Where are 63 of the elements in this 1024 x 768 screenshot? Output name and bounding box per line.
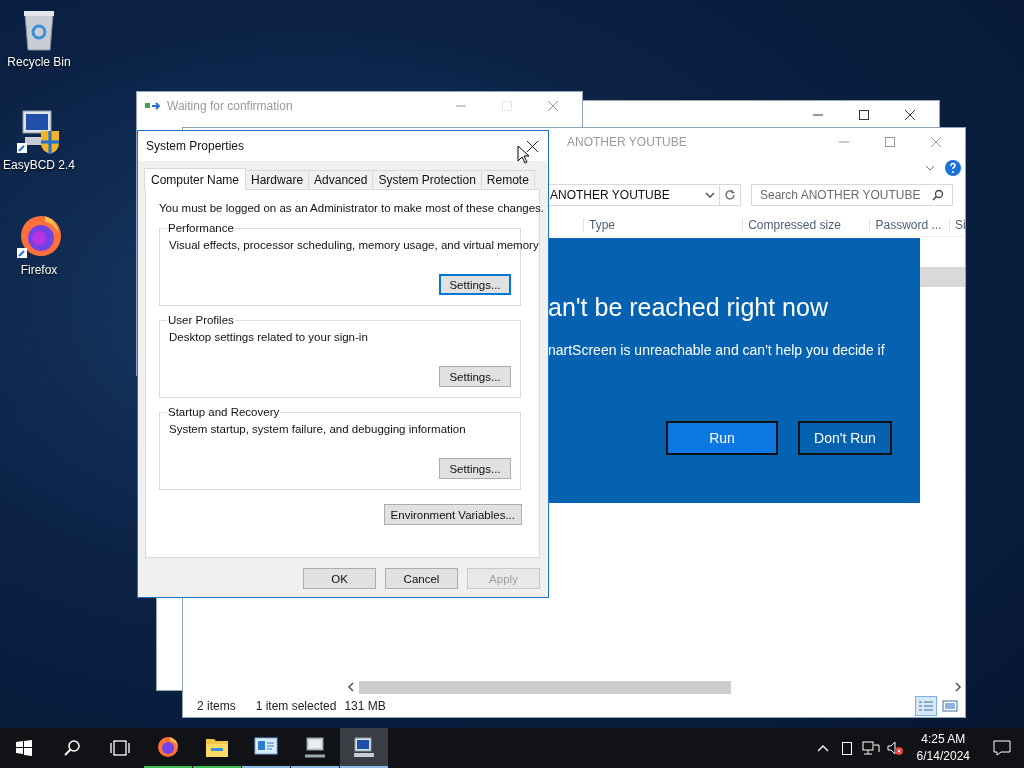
control-panel-icon[interactable] [254, 736, 278, 758]
dialog-button[interactable]: Don't Run [798, 421, 892, 455]
notification-icon[interactable] [993, 740, 1011, 756]
network-icon[interactable] [861, 741, 880, 755]
dialog-button[interactable]: Run [666, 421, 778, 455]
search-icon [932, 189, 944, 201]
maximize-icon[interactable] [859, 110, 869, 120]
selection-status: 1 item selected [255, 699, 337, 713]
scrollbar-thumb[interactable] [359, 680, 731, 694]
group-title: Performance [167, 222, 235, 234]
tablet-icon[interactable] [841, 741, 852, 755]
monitor-icon[interactable] [303, 736, 327, 758]
scroll-right-icon[interactable] [954, 682, 962, 692]
window-title: Waiting for confirmation [167, 99, 293, 113]
refresh-icon[interactable] [724, 189, 736, 201]
smartscreen-message: nartScreen is unreachable and can't help you decide if [548, 342, 886, 358]
desktop-icon-label[interactable]: Recycle Bin [7, 55, 71, 69]
close-icon[interactable] [905, 110, 915, 120]
column-header[interactable]: Si [949, 218, 965, 232]
column-header[interactable]: Compressed size [742, 218, 870, 232]
dropdown-icon[interactable] [705, 192, 715, 198]
address-bar[interactable]: ANOTHER YOUTUBE [547, 184, 719, 206]
column-header[interactable]: Password ... [869, 218, 950, 232]
computer-icon[interactable] [352, 736, 376, 758]
group-description: System startup, system failure, and debugging information [169, 423, 466, 435]
scroll-left-icon[interactable] [347, 682, 355, 692]
desktop-icon-label[interactable]: EasyBCD 2.4 [3, 158, 75, 172]
windows-logo-icon[interactable] [16, 740, 32, 756]
folder-icon[interactable] [205, 736, 229, 758]
search-icon[interactable] [64, 740, 80, 756]
group-title: User Profiles [167, 314, 235, 326]
notice-text: You must be logged on as an Administrator to make most of these changes. [159, 202, 545, 214]
dialog-button[interactable]: Cancel [385, 568, 458, 589]
settings-button[interactable]: Settings... [439, 458, 511, 479]
smartscreen-heading: an't be reached right now [548, 293, 829, 322]
search-field[interactable]: Search ANOTHER YOUTUBE [751, 184, 953, 206]
firefox-icon[interactable] [156, 735, 180, 759]
selection-size: 131 MB [344, 699, 386, 713]
window-title: System Properties [146, 139, 245, 153]
clock-time[interactable]: 4:25 AM [921, 731, 966, 748]
group-description: Desktop settings related to your sign-in [169, 331, 368, 343]
chevron-icon[interactable] [925, 165, 935, 171]
window-title: ANOTHER YOUTUBE [567, 135, 687, 149]
environment-variables-button[interactable]: Environment Variables... [383, 504, 522, 525]
dialog-button[interactable]: OK [303, 568, 376, 589]
task-view-icon[interactable] [110, 740, 130, 756]
desktop-icon-label[interactable]: Firefox [20, 263, 58, 277]
settings-button[interactable]: Settings... [439, 274, 511, 295]
tab[interactable]: System Protection [372, 170, 482, 189]
item-count: 2 items [197, 699, 236, 713]
tab[interactable]: Remote [480, 170, 535, 189]
help-icon[interactable] [945, 160, 961, 176]
column-header[interactable]: Type [583, 218, 743, 232]
chevron-up-icon[interactable] [816, 744, 829, 752]
group-title: Startup and Recovery [167, 406, 281, 418]
volume-muted-icon[interactable] [886, 741, 903, 755]
tab[interactable]: Computer Name [144, 168, 247, 190]
close-icon[interactable] [527, 140, 538, 152]
group-description: Visual effects, processor scheduling, memory usage, and virtual memory [169, 239, 539, 251]
taskbar-app-button[interactable] [340, 728, 388, 768]
transfer-icon [145, 101, 161, 111]
settings-button[interactable]: Settings... [439, 366, 511, 387]
clock-date[interactable]: 6/14/2024 [916, 748, 970, 765]
